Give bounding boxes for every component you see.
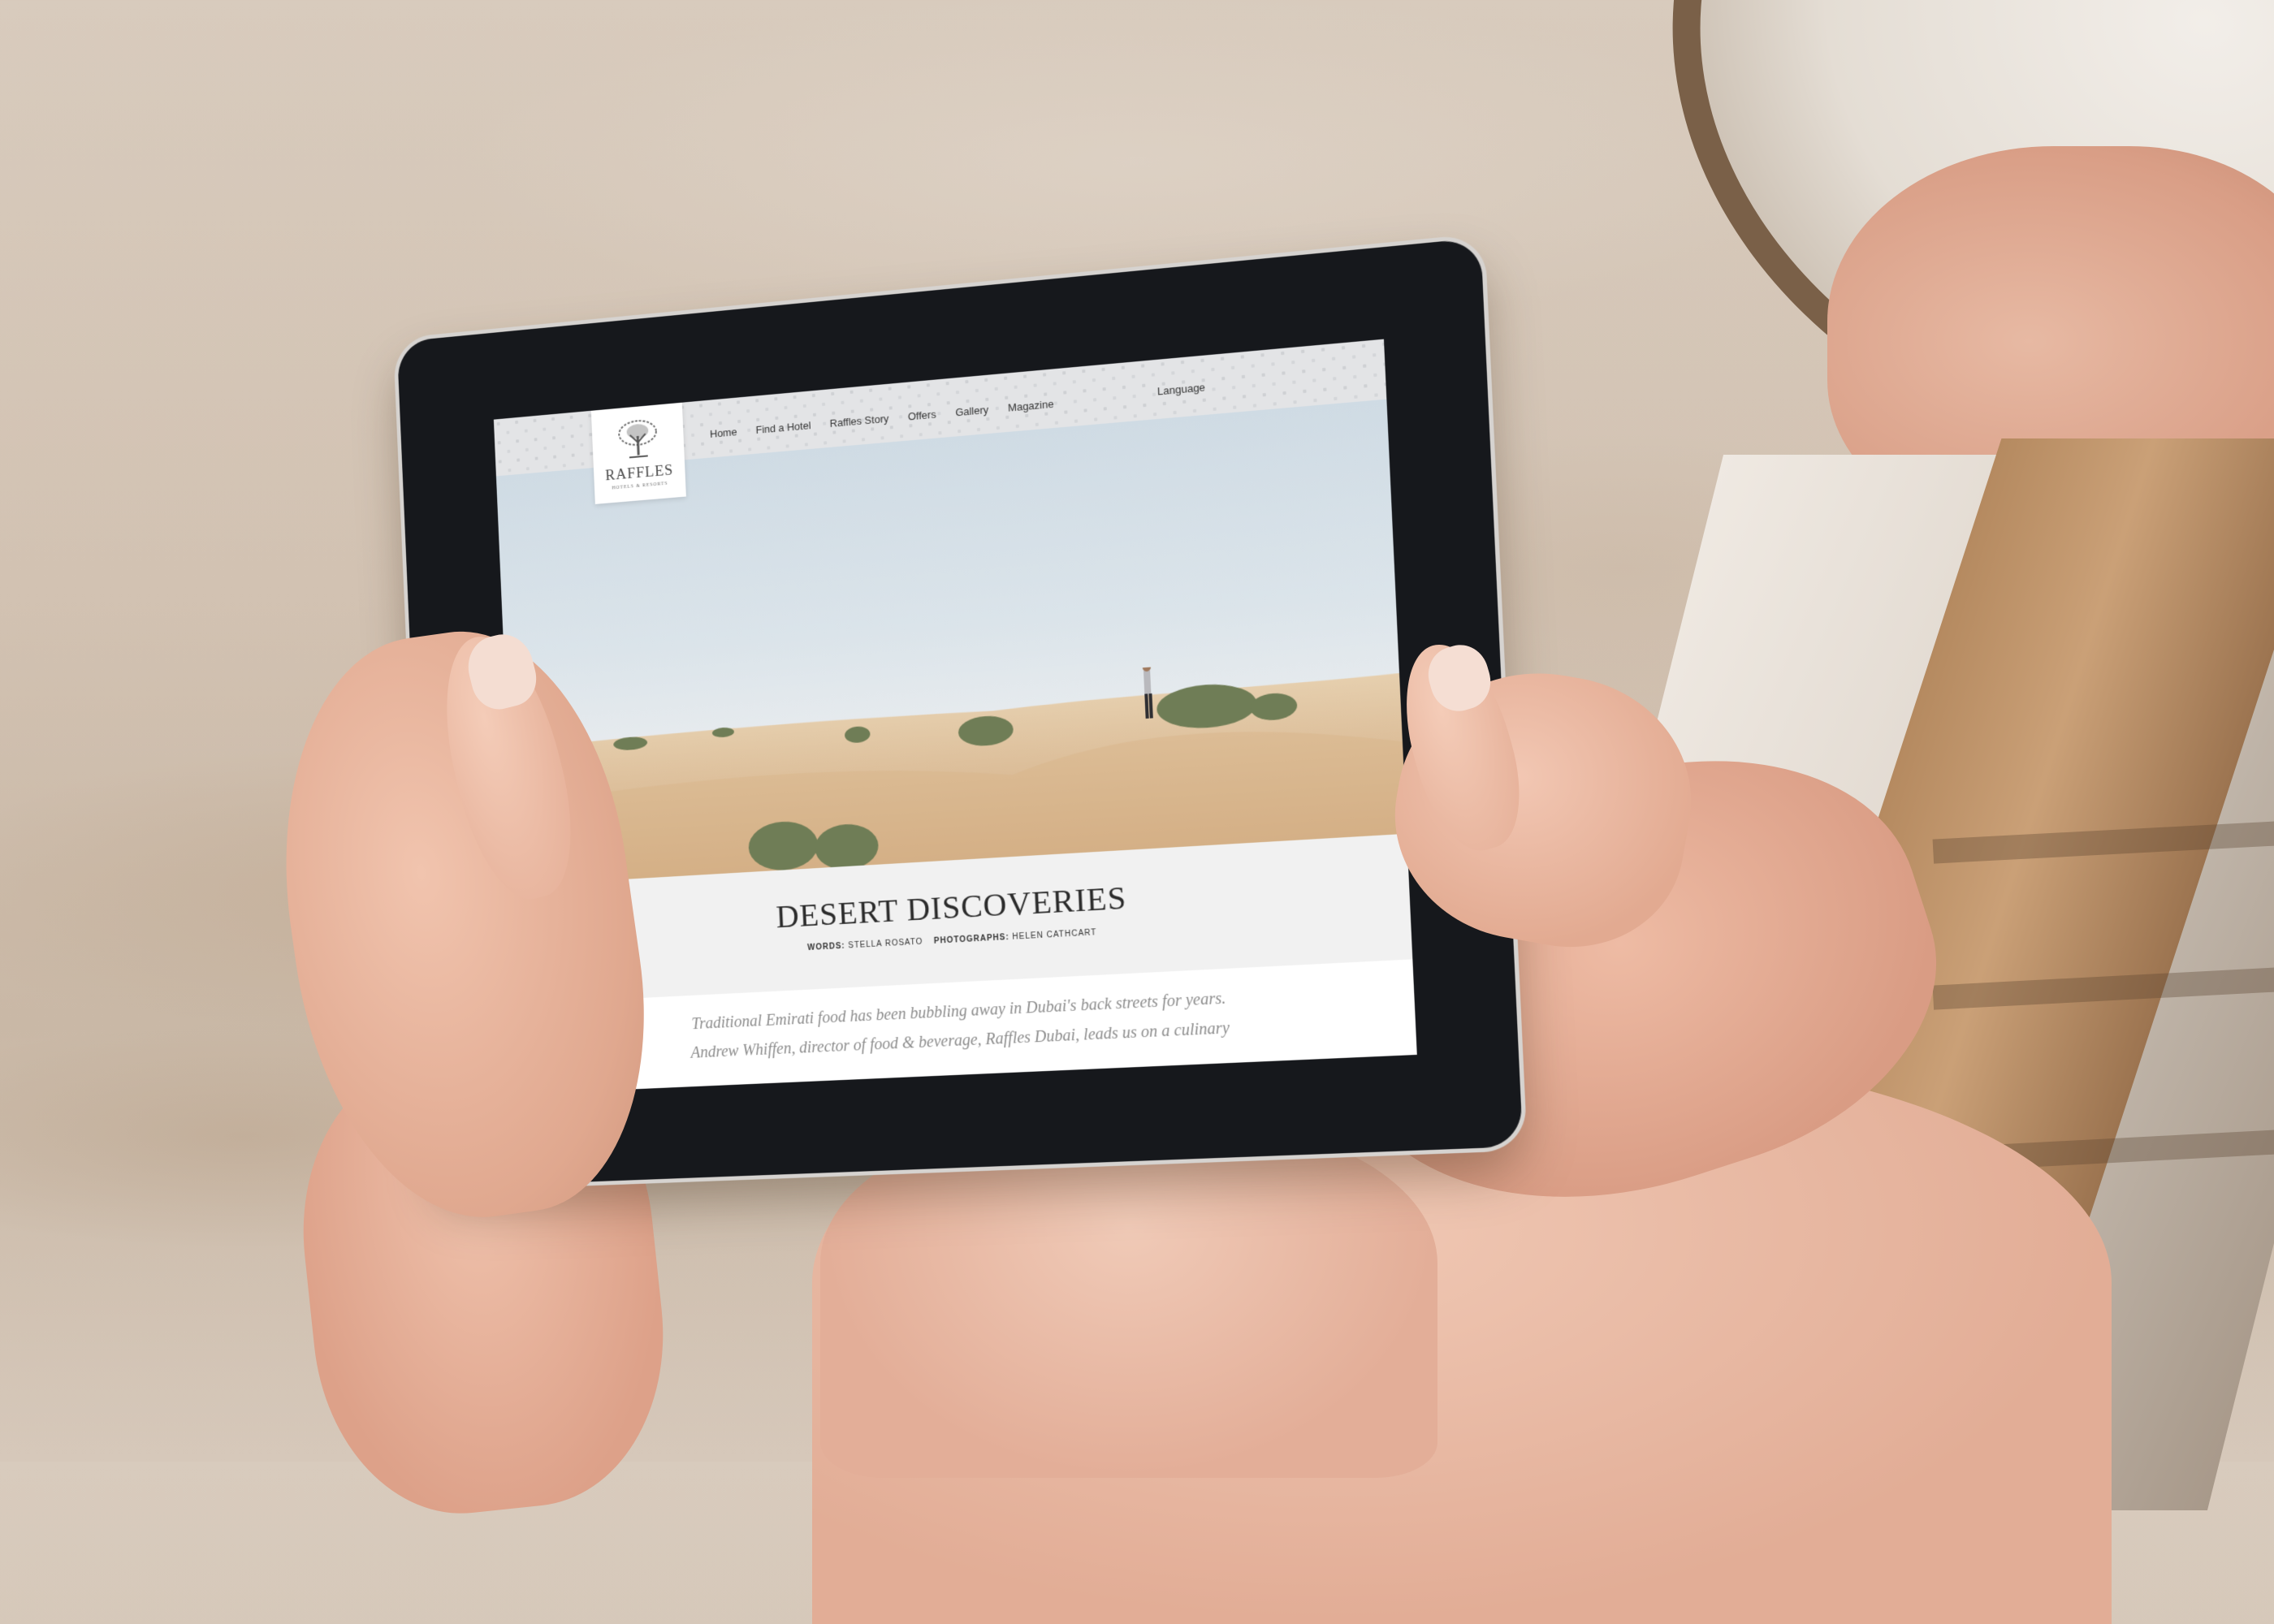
photographs-label: PHOTOGRAPHS: — [934, 933, 1009, 946]
nav-item-raffles-story[interactable]: Raffles Story — [829, 402, 889, 429]
nav-item-gallery[interactable]: Gallery — [954, 393, 988, 418]
raffles-logo[interactable]: RAFFLES HOTELS & RESORTS — [591, 403, 686, 504]
nav-item-magazine[interactable]: Magazine — [1007, 387, 1054, 413]
language-selector[interactable]: Language — [1156, 356, 1206, 421]
nav-item-home[interactable]: Home — [709, 416, 737, 440]
nav-item-offers[interactable]: Offers — [907, 398, 936, 422]
words-author: STELLA ROSATO — [848, 938, 923, 951]
photographs-author: HELEN CATHCART — [1012, 928, 1097, 942]
person-leg — [820, 1121, 1437, 1478]
nav-item-find-a-hotel[interactable]: Find a Hotel — [755, 409, 811, 436]
words-label: WORDS: — [807, 942, 845, 952]
tree-logo-icon — [614, 417, 662, 462]
